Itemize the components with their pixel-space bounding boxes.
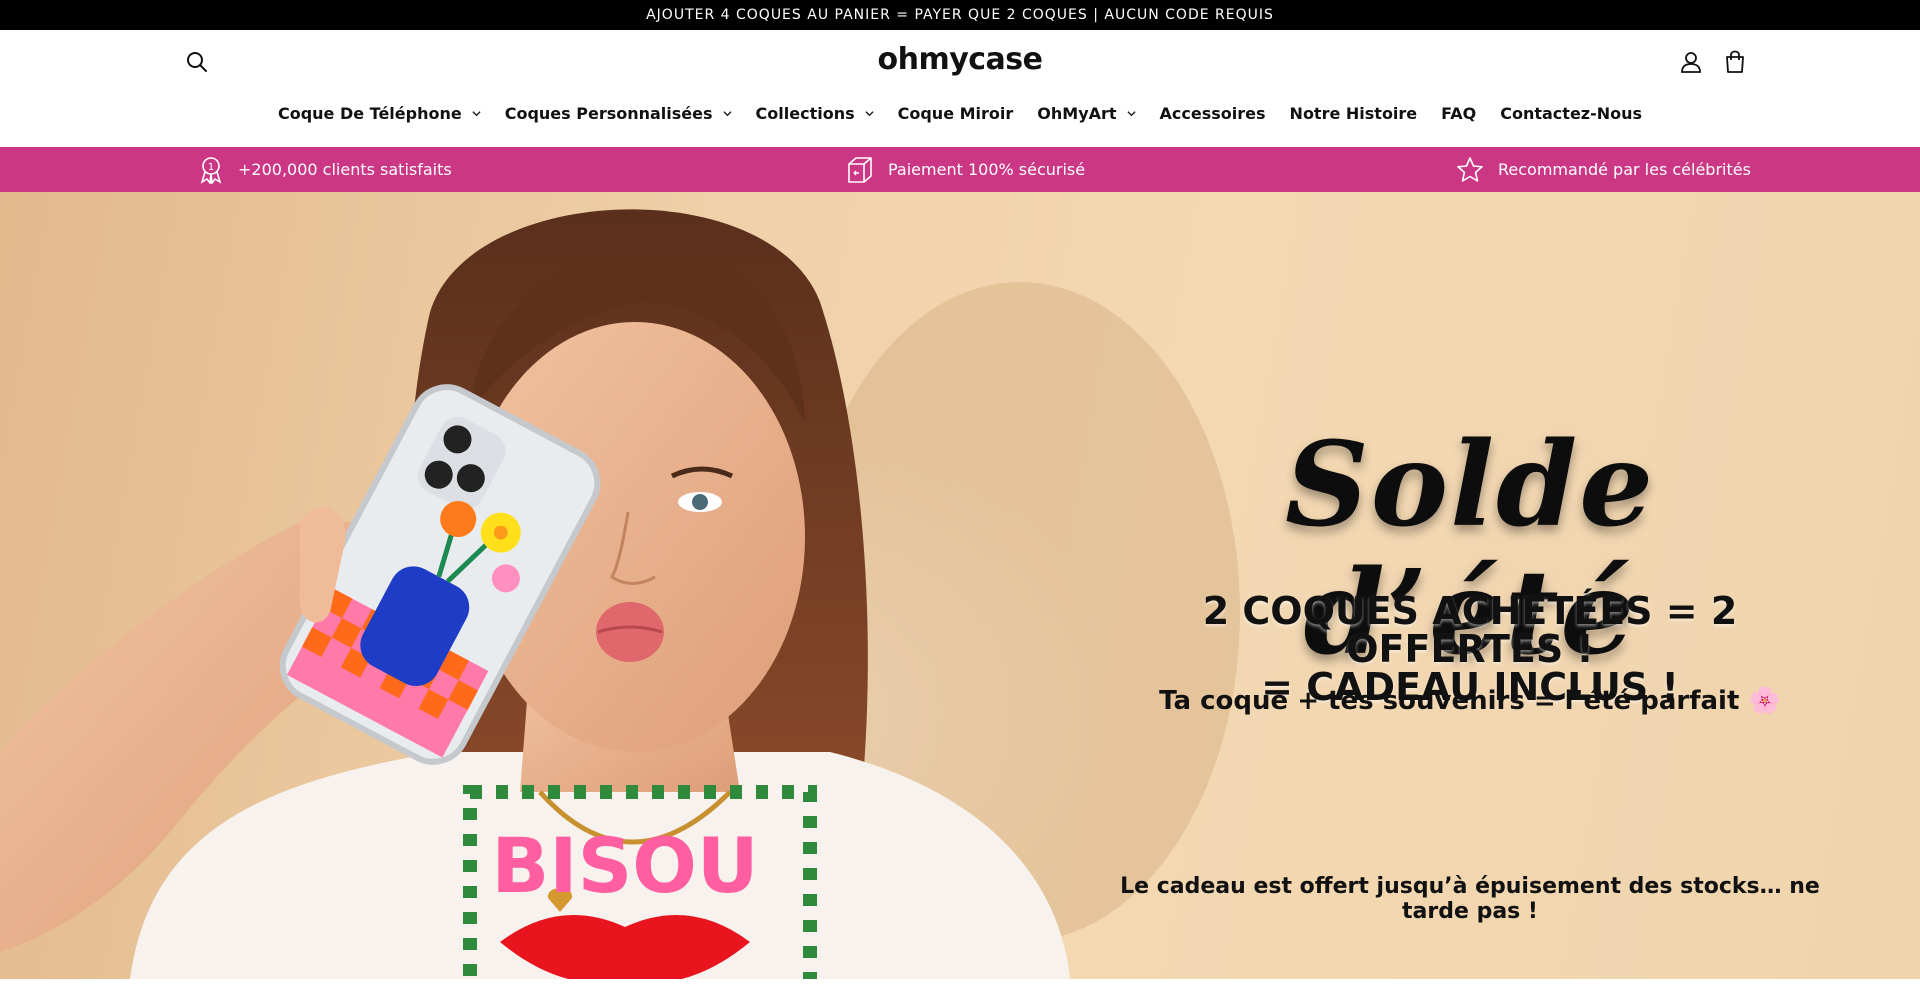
flower-emoji-icon: 🌸 [1748, 686, 1781, 716]
nav-item-ohmyart[interactable]: OhMyArt [1025, 104, 1147, 123]
hero-banner[interactable]: BISOU Solde d’été 2 COQUES ACHETÉES = 2 … [0, 192, 1920, 979]
star-icon [1457, 156, 1483, 182]
hero-subline-text: Ta coque + tes souvenirs = l’été parfait [1159, 686, 1740, 716]
shopping-bag-icon [1726, 50, 1744, 73]
nav-item-faq[interactable]: FAQ [1429, 104, 1488, 123]
nav-item-label: Collections [755, 104, 855, 123]
hero-promo-line-1: 2 COQUES ACHETÉES = 2 OFFERTES ! [1202, 589, 1738, 671]
nav-item-contactez-nous[interactable]: Contactez-Nous [1488, 104, 1654, 123]
main-navigation: Coque De Téléphone Coques Personnalisées… [0, 104, 1920, 123]
trust-label: Paiement 100% sécurisé [888, 160, 1086, 179]
nav-item-label: Contactez-Nous [1500, 104, 1643, 123]
trust-item-secure-payment: Paiement 100% sécurisé [846, 147, 1085, 192]
trust-bar: 1 +200,000 clients satisfaits Paiement 1… [0, 147, 1920, 192]
nav-item-collections[interactable]: Collections [744, 104, 886, 123]
hero-footnote: Le cadeau est offert jusqu’à épuisement … [1120, 874, 1820, 924]
chevron-down-icon [722, 111, 732, 117]
secure-box-icon [848, 156, 872, 183]
chevron-down-icon [1126, 111, 1136, 117]
nav-item-label: Coque De Téléphone [277, 104, 462, 123]
logo: ohmycase [0, 42, 1920, 77]
nav-item-label: FAQ [1441, 104, 1477, 123]
trust-label: Recommandé par les célébrités [1498, 160, 1751, 179]
nav-item-label: OhMyArt [1037, 104, 1117, 123]
search-button[interactable] [182, 47, 212, 77]
account-button[interactable] [1676, 47, 1706, 77]
nav-item-label: Notre Histoire [1289, 104, 1418, 123]
nav-item-accessoires[interactable]: Accessoires [1148, 104, 1278, 123]
page-bottom-strip [0, 979, 1920, 993]
trust-item-customers: 1 +200,000 clients satisfaits [198, 147, 452, 192]
site-header: ohmycase Coque De Téléphone Coques Perso… [0, 30, 1920, 147]
nav-item-coques-personnalisees[interactable]: Coques Personnalisées [493, 104, 744, 123]
tshirt-print-text: BISOU [491, 821, 758, 910]
nav-item-notre-histoire[interactable]: Notre Histoire [1278, 104, 1430, 123]
hero-subline: Ta coque + tes souvenirs = l’été parfait… [1110, 686, 1830, 716]
chevron-down-icon [865, 111, 874, 117]
trust-label: +200,000 clients satisfaits [238, 160, 452, 179]
user-icon [1681, 52, 1701, 73]
cart-button[interactable] [1720, 47, 1750, 77]
announcement-bar: AJOUTER 4 COQUES AU PANIER = PAYER QUE 2… [0, 0, 1920, 30]
nav-item-label: Coque Miroir [897, 104, 1014, 123]
nav-item-coque-de-telephone[interactable]: Coque De Téléphone [266, 104, 493, 123]
nav-item-label: Accessoires [1159, 104, 1266, 123]
award-ribbon-icon: 1 [200, 156, 222, 184]
trust-item-celebrities: Recommandé par les célébrités [1456, 147, 1751, 192]
chevron-down-icon [472, 111, 481, 117]
svg-text:1: 1 [208, 162, 214, 173]
logo-link[interactable]: ohmycase [877, 42, 1043, 77]
announcement-text: AJOUTER 4 COQUES AU PANIER = PAYER QUE 2… [646, 7, 1274, 23]
nav-item-coque-miroir[interactable]: Coque Miroir [886, 104, 1026, 123]
search-icon [187, 52, 207, 72]
nav-item-label: Coques Personnalisées [504, 104, 713, 123]
